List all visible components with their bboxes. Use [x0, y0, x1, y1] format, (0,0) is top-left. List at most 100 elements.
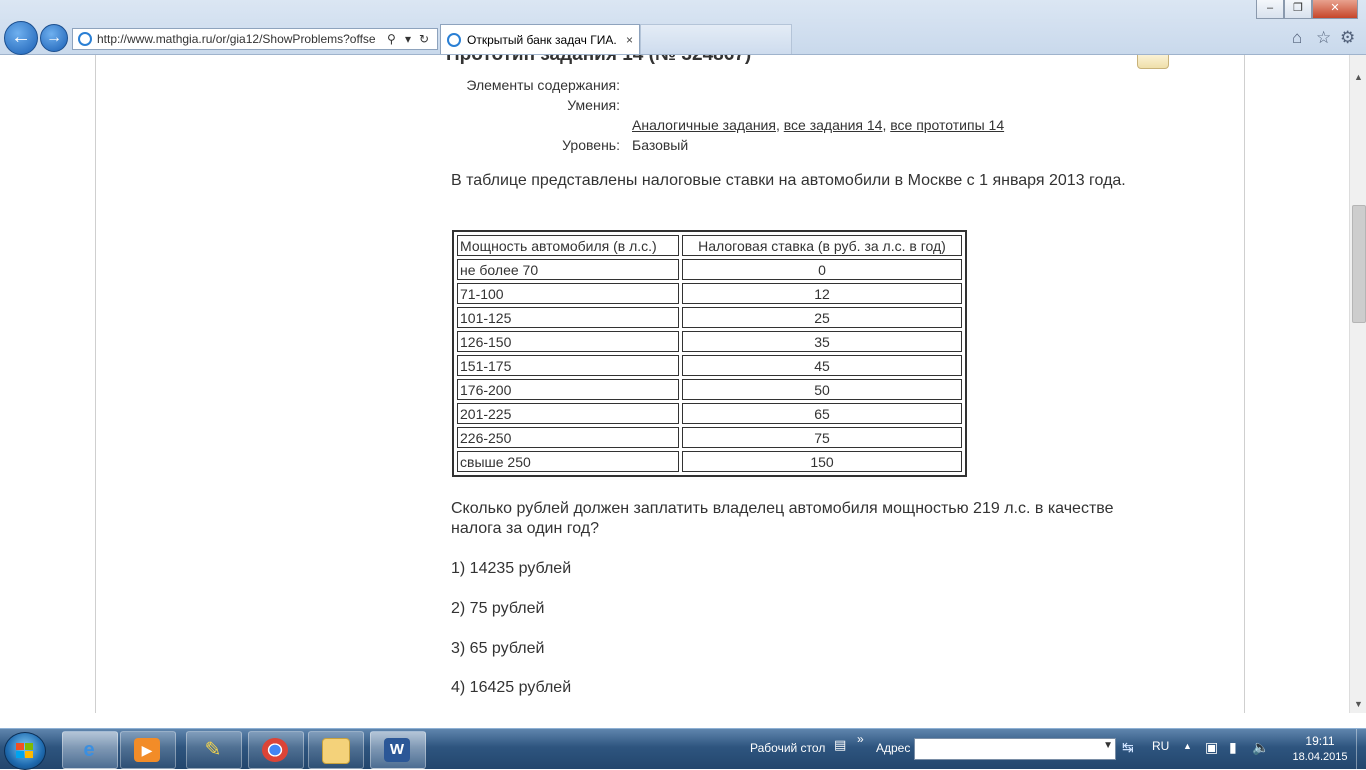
tax-rate-table: Мощность автомобиля (в л.с.) Налоговая с…: [452, 230, 967, 477]
show-hidden-icons-icon[interactable]: ▲: [1183, 741, 1192, 751]
table-cell: 176-200: [457, 379, 679, 400]
windows-logo-icon: [16, 743, 34, 759]
chrome-icon: [262, 738, 288, 762]
folder-icon: [322, 738, 350, 764]
table-cell: 101-125: [457, 307, 679, 328]
show-desktop-button[interactable]: [1356, 729, 1366, 769]
level-value: Базовый: [632, 137, 689, 153]
vertical-scrollbar[interactable]: ▲ ▼: [1349, 55, 1366, 713]
search-icon[interactable]: ⚲: [387, 29, 396, 49]
tab-title: Открытый банк задач ГИА...: [467, 33, 617, 47]
table-row: 226-250 75: [457, 427, 962, 448]
ie-tab-icon: [447, 33, 461, 47]
table-row: 101-125 25: [457, 307, 962, 328]
table-cell: 25: [682, 307, 962, 328]
taskbar-address-input[interactable]: ▼: [914, 738, 1116, 760]
skills-label: Умения:: [567, 97, 620, 113]
address-bar[interactable]: http://www.mathgia.ru/or/gia12/ShowProbl…: [72, 28, 438, 50]
table-cell: 201-225: [457, 403, 679, 424]
column-border-right: [1244, 55, 1245, 713]
scroll-down-icon[interactable]: ▼: [1350, 696, 1366, 713]
answer-option: 3) 65 рублей: [451, 640, 545, 657]
desktop-toolbar-label[interactable]: Рабочий стол: [750, 741, 825, 755]
level-label: Уровень:: [562, 137, 620, 153]
address-toolbar-label: Адрес: [876, 741, 911, 755]
table-cell: 65: [682, 403, 962, 424]
media-player-icon: ▶: [134, 738, 160, 762]
link-separator: ,: [882, 117, 887, 133]
table-cell: 0: [682, 259, 962, 280]
table-row: 201-225 65: [457, 403, 962, 424]
close-window-button[interactable]: ✕: [1312, 0, 1358, 19]
problem-heading: Прототип задания 14 (№ 324867): [446, 55, 751, 66]
taskbar-word-button[interactable]: W: [370, 731, 426, 769]
ie-page-icon: [78, 32, 92, 46]
table-cell: 45: [682, 355, 962, 376]
scrollbar-thumb[interactable]: [1352, 205, 1366, 323]
browser-toolbar: ‒ ❐ ✕ ← → http://www.mathgia.ru/or/gia12…: [0, 0, 1366, 55]
similar-tasks-link[interactable]: Аналогичные задания: [632, 117, 776, 133]
network-icon[interactable]: ▮: [1229, 739, 1237, 756]
tab-active[interactable]: Открытый банк задач ГИА... ×: [440, 24, 640, 54]
table-row: не более 70 0: [457, 259, 962, 280]
language-indicator[interactable]: RU: [1152, 739, 1169, 753]
table-cell: 151-175: [457, 355, 679, 376]
taskbar-ie-button[interactable]: e: [62, 731, 118, 769]
home-icon[interactable]: ⌂: [1292, 28, 1302, 48]
star-icon[interactable]: ☆: [1316, 28, 1331, 48]
taskbar-explorer-button[interactable]: [308, 731, 364, 769]
chevron-down-icon[interactable]: ▼: [1103, 740, 1113, 751]
link-separator: ,: [775, 117, 780, 133]
table-row: 151-175 45: [457, 355, 962, 376]
forward-button[interactable]: →: [40, 24, 68, 52]
gear-icon[interactable]: ⚙: [1340, 28, 1355, 48]
table-cell: 126-150: [457, 331, 679, 352]
go-icon[interactable]: ↹: [1122, 739, 1134, 756]
word-icon: W: [384, 738, 410, 762]
table-header: Мощность автомобиля (в л.с.): [457, 235, 679, 256]
elements-label: Элементы содержания:: [466, 77, 620, 93]
ie-icon: e: [83, 739, 95, 761]
taskbar-paint-button[interactable]: ✎: [186, 731, 242, 769]
back-button[interactable]: ←: [4, 21, 38, 55]
minimize-button[interactable]: ‒: [1256, 0, 1284, 19]
table-cell: не более 70: [457, 259, 679, 280]
desktop-icon[interactable]: ▤: [834, 737, 846, 753]
column-border-left: [95, 55, 96, 713]
tab-close-button[interactable]: ×: [626, 25, 633, 55]
web-page: Прототип задания 14 (№ 324867) Элементы …: [0, 55, 1349, 713]
clock[interactable]: 19:11 18.04.2015: [1288, 734, 1352, 763]
related-links: Аналогичные задания, все задания 14, все…: [632, 117, 1004, 133]
table-row: 176-200 50: [457, 379, 962, 400]
new-tab-button[interactable]: [640, 24, 792, 54]
table-header-row: Мощность автомобиля (в л.с.) Налоговая с…: [457, 235, 962, 256]
table-row: 126-150 35: [457, 331, 962, 352]
start-button[interactable]: [4, 732, 46, 770]
taskbar-chrome-button[interactable]: [248, 731, 304, 769]
table-row: свыше 250 150: [457, 451, 962, 472]
answer-option: 4) 16425 рублей: [451, 679, 572, 696]
window-controls: ‒ ❐ ✕: [1256, 0, 1358, 19]
forward-arrow-icon: →: [46, 29, 62, 46]
table-cell: 71-100: [457, 283, 679, 304]
address-url[interactable]: http://www.mathgia.ru/or/gia12/ShowProbl…: [97, 29, 381, 49]
taskbar-media-button[interactable]: ▶: [120, 731, 176, 769]
volume-icon[interactable]: 🔈: [1252, 739, 1269, 756]
refresh-icon[interactable]: ↻: [419, 29, 429, 49]
table-header: Налоговая ставка (в руб. за л.с. в год): [682, 235, 962, 256]
all-prototypes-link[interactable]: все прототипы 14: [890, 117, 1004, 133]
back-arrow-icon: ←: [11, 26, 31, 48]
table-cell: 35: [682, 331, 962, 352]
all-tasks-link[interactable]: все задания 14: [784, 117, 883, 133]
toolbar-overflow-icon[interactable]: »: [857, 732, 864, 746]
print-icon[interactable]: [1137, 55, 1169, 69]
table-row: 71-100 12: [457, 283, 962, 304]
problem-intro: В таблице представлены налоговые ставки …: [451, 172, 1126, 189]
table-cell: 50: [682, 379, 962, 400]
dropdown-icon[interactable]: ▾: [405, 29, 411, 49]
maximize-button[interactable]: ❐: [1284, 0, 1312, 19]
table-cell: 12: [682, 283, 962, 304]
device-icon[interactable]: ▣: [1205, 739, 1218, 756]
table-cell: 75: [682, 427, 962, 448]
scroll-up-icon[interactable]: ▲: [1350, 69, 1366, 86]
